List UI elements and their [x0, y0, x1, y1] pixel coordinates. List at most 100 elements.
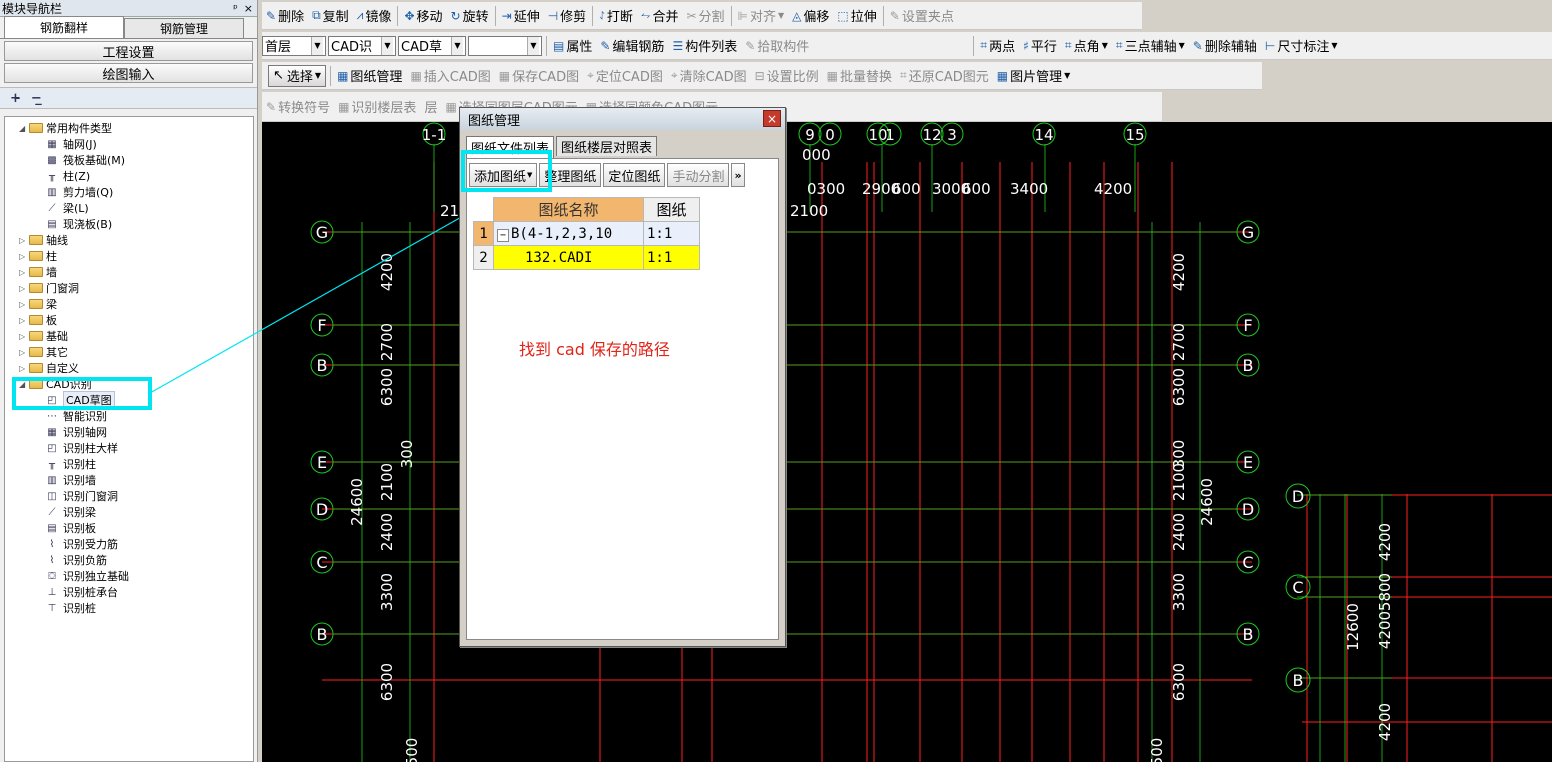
- select-button[interactable]: ↖ 选择 ▼: [268, 64, 327, 87]
- component-select[interactable]: ▼: [468, 35, 542, 56]
- tree-item[interactable]: ⋯ 智能识别: [45, 408, 107, 424]
- toolbar-button[interactable]: ⌗ 两点: [976, 35, 1019, 57]
- project-settings-button[interactable]: 工程设置: [4, 41, 253, 61]
- tree-item[interactable]: ⛋ 识别独立基础: [45, 568, 129, 584]
- tree-item[interactable]: ▩ 筏板基础(M): [45, 152, 125, 168]
- toolbar-button[interactable]: ⌖ 清除CAD图: [667, 65, 751, 87]
- toolbar-button[interactable]: ☰ 构件列表: [668, 35, 741, 57]
- toolbar-button[interactable]: ✎ 设置夹点: [886, 5, 958, 27]
- type-select[interactable]: CAD草 ▼: [398, 35, 466, 56]
- expand-icon[interactable]: ▷: [19, 332, 29, 341]
- expand-icon[interactable]: ▷: [19, 364, 29, 373]
- tree-item[interactable]: ◢ 常用构件类型: [19, 120, 112, 136]
- tree-item[interactable]: ⌇ 识别受力筋: [45, 536, 118, 552]
- toolbar-button[interactable]: ↻ 旋转: [447, 5, 493, 27]
- tree-item[interactable]: ▷ 门窗洞: [19, 280, 79, 296]
- tab-rebar-detailing[interactable]: 钢筋翻样: [4, 16, 124, 38]
- toolbar-button[interactable]: ▦ 识别楼层表: [334, 96, 420, 118]
- tree-item[interactable]: ▷ 自定义: [19, 360, 79, 376]
- drawing-scale-cell[interactable]: 1:1: [643, 221, 700, 246]
- toolbar-button[interactable]: ▦ 图片管理 ▼: [993, 65, 1075, 87]
- toolbar-button[interactable]: ⊢ 尺寸标注 ▼: [1261, 35, 1342, 57]
- tree-item[interactable]: ⌇ 识别负筋: [45, 552, 107, 568]
- toolbar-button[interactable]: ▦ 批量替换: [823, 65, 896, 87]
- tree-item[interactable]: ▷ 柱: [19, 248, 57, 264]
- toolbar-button[interactable]: ⊫ 对齐 ▼: [734, 5, 789, 27]
- toolbar-button[interactable]: ⌗ 三点辅轴 ▼: [1112, 35, 1189, 57]
- floor-select[interactable]: 首层 ▼: [262, 35, 326, 56]
- toolbar-button[interactable]: ✎ 拾取构件: [741, 35, 813, 57]
- expand-icon[interactable]: ▷: [19, 300, 29, 309]
- tree-item[interactable]: ◢ CAD识别: [19, 376, 92, 392]
- tree-item[interactable]: ◰ CAD草图: [45, 391, 115, 409]
- dialog-button[interactable]: »: [731, 163, 745, 187]
- toolbar-button[interactable]: ✎ 转换符号: [262, 96, 334, 118]
- tree-item[interactable]: ╥ 柱(Z): [45, 168, 90, 184]
- tree-item[interactable]: ▦ 轴网(J): [45, 136, 97, 152]
- pin-icon[interactable]: ᵖ: [233, 2, 238, 15]
- drawing-name-cell[interactable]: − B(4-1,2,3,10: [493, 221, 644, 246]
- toolbar-button[interactable]: ✎ 编辑钢筋: [596, 35, 668, 57]
- toolbar-button[interactable]: ⥊ 合并: [637, 5, 683, 27]
- tab-rebar-management[interactable]: 钢筋管理: [124, 18, 244, 38]
- expand-icon[interactable]: ▷: [19, 348, 29, 357]
- dialog-button[interactable]: 添加图纸 ▼: [469, 163, 538, 187]
- module-select[interactable]: CAD识 ▼: [328, 35, 396, 56]
- tree-item[interactable]: ⊤ 识别桩: [45, 600, 96, 616]
- tree-item[interactable]: ▤ 现浇板(B): [45, 216, 112, 232]
- toolbar-button[interactable]: ✎ 删除: [262, 5, 308, 27]
- tab-drawing-floor-mapping[interactable]: 图纸楼层对照表: [556, 136, 658, 156]
- toolbar-button[interactable]: ▦ 插入CAD图: [406, 65, 494, 87]
- toolbar-button[interactable]: ◬ 偏移: [788, 5, 833, 27]
- tree-item[interactable]: ⟋ 识别梁: [45, 504, 97, 520]
- toolbar-button[interactable]: ▦ 图纸管理: [333, 65, 406, 87]
- expand-icon[interactable]: ▷: [19, 284, 29, 293]
- toolbar-button[interactable]: ⥌ 打断: [595, 5, 637, 27]
- tree-item[interactable]: ▷ 基础: [19, 328, 68, 344]
- tree-item[interactable]: ▷ 轴线: [19, 232, 68, 248]
- toolbar-button[interactable]: ⊟ 设置比例: [751, 65, 823, 87]
- collapse-icon[interactable]: ◢: [19, 380, 29, 389]
- toolbar-button[interactable]: ✂ 分割: [682, 5, 728, 27]
- table-row[interactable]: 1− B(4-1,2,3,10 1:1: [473, 221, 700, 246]
- tree-item[interactable]: ▷ 板: [19, 312, 57, 328]
- tree-item[interactable]: ▥ 剪力墙(Q): [45, 184, 113, 200]
- tree-item[interactable]: ▷ 梁: [19, 296, 57, 312]
- dialog-button[interactable]: 整理图纸: [539, 163, 602, 187]
- drawing-input-button[interactable]: 绘图输入: [4, 63, 253, 83]
- tree-item[interactable]: ⟋ 梁(L): [45, 200, 89, 216]
- toolbar-button[interactable]: ▤ 属性: [549, 35, 596, 57]
- tree-item[interactable]: ◰ 识别柱大样: [45, 440, 118, 456]
- toolbar-button[interactable]: ⬚ 拉伸: [833, 5, 880, 27]
- tree-item[interactable]: ⊥ 识别桩承台: [45, 584, 118, 600]
- toolbar-button[interactable]: ⧉ 复制: [308, 5, 353, 27]
- toolbar-button[interactable]: ⌗ 点角 ▼: [1061, 35, 1112, 57]
- toolbar-button[interactable]: ⌗ 还原CAD图元: [896, 65, 993, 87]
- toolbar-button[interactable]: ⊣ 修剪: [544, 5, 590, 27]
- expand-icon[interactable]: ▷: [19, 236, 29, 245]
- tree-item[interactable]: ▥ 识别墙: [45, 472, 96, 488]
- toolbar-button[interactable]: ⇥ 延伸: [498, 5, 544, 27]
- tab-drawing-file-list[interactable]: 图纸文件列表: [466, 136, 555, 158]
- toolbar-button[interactable]: ⌖ 定位CAD图: [583, 65, 667, 87]
- close-icon[interactable]: ×: [244, 2, 253, 15]
- collapse-icon[interactable]: −: [497, 228, 509, 242]
- drawing-scale-cell[interactable]: 1:1: [643, 245, 700, 270]
- expand-icon[interactable]: ▷: [19, 252, 29, 261]
- table-row[interactable]: 2 132.CADI 1:1: [473, 245, 700, 270]
- toolbar-button[interactable]: ✎ 删除辅轴: [1189, 35, 1261, 57]
- dialog-button[interactable]: 定位图纸: [603, 163, 666, 187]
- column-header-scale[interactable]: 图纸: [643, 197, 700, 222]
- toolbar-button[interactable]: ✥ 移动: [400, 5, 446, 27]
- expand-icon[interactable]: ▷: [19, 316, 29, 325]
- expand-icon[interactable]: ▷: [19, 268, 29, 277]
- toolbar-button[interactable]: ♯ 平行: [1019, 35, 1061, 57]
- toolbar-button[interactable]: ▦ 保存CAD图: [495, 65, 583, 87]
- cad-drawing-canvas[interactable]: G F B E D C B G F B E D C B D C B 1-1 9 0 10 1 12 3 14 15 000 0300 2…: [262, 122, 1552, 762]
- tree-item[interactable]: ◫ 识别门窗洞: [45, 488, 118, 504]
- tree-item[interactable]: ▷ 其它: [19, 344, 68, 360]
- toolbar-button[interactable]: 层: [420, 96, 441, 118]
- drawing-name-cell[interactable]: 132.CADI: [493, 245, 644, 270]
- tree-item[interactable]: ▷ 墙: [19, 264, 57, 280]
- tree-item[interactable]: ▤ 识别板: [45, 520, 96, 536]
